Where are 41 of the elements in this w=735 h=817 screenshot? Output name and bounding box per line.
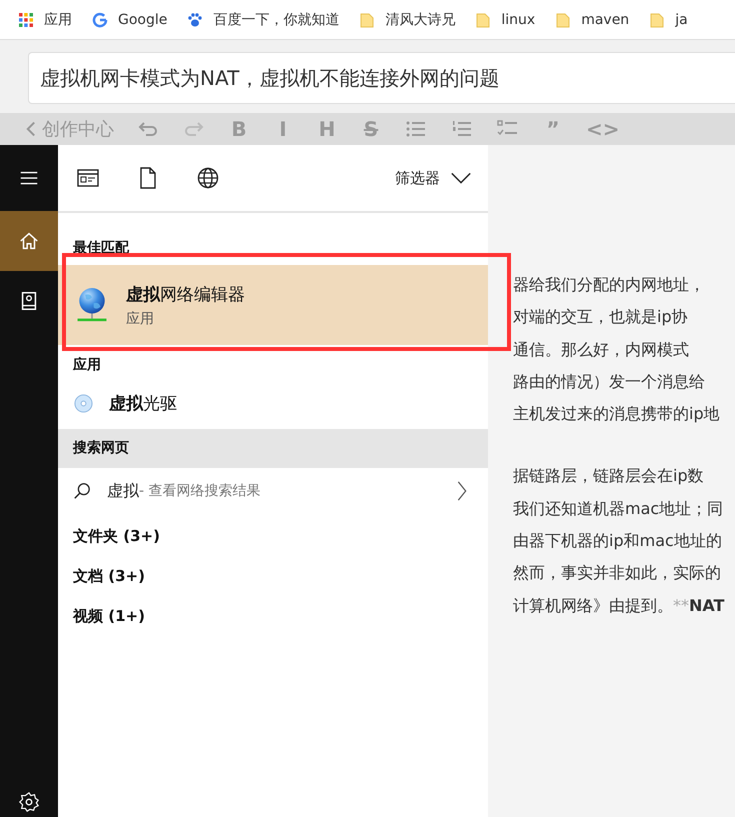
article-text: 我们还知道机器mac地址；同 [513,498,724,518]
article-text: 计算机网络》由提到。**NAT [513,596,724,615]
folder-icon [475,12,492,28]
chevron-right-icon [456,480,468,502]
article-text: 路由的情况）发一个消息给 [513,372,705,391]
best-match-result[interactable]: 虚拟网络编辑器 应用 [58,265,488,345]
settings-icon[interactable] [18,791,40,813]
paw-icon [187,12,204,28]
article-text: 主机发过来的消息携带的ip地 [513,404,720,424]
bookmark[interactable]: 百度一下，你就知道 [187,10,340,28]
article-text: 由器下机器的ip和mac地址的 [513,531,722,550]
bookmark[interactable]: Google [92,12,168,28]
bookmark[interactable]: ja [649,12,688,28]
category-link[interactable]: 视频 (1+) [58,594,488,634]
article-text: 对端的交互，也就是ip协 [513,307,688,326]
section-heading: 应用 [72,356,102,375]
web-search-result[interactable]: 虚拟- 查看网络搜索结果 [58,468,488,514]
category-link[interactable]: 文档 (3+) [58,554,488,594]
folder-icon [555,12,572,28]
disc-icon [74,394,93,412]
article-text: 据链路层，链路层会在ip数 [513,466,704,486]
folder-icon [359,12,376,28]
bookmark[interactable]: 应用 [18,10,72,28]
folder-icon [649,12,666,28]
category-link[interactable]: 文件夹 (3+) [58,514,488,554]
bookmark[interactable]: maven [555,12,630,28]
title-field[interactable]: 虚拟机网卡模式为NAT，虚拟机不能连接外网的问题 [28,52,735,104]
home-icon [18,230,40,252]
article-text: 然而，事实并非如此，实际的 [513,563,721,582]
app-result[interactable]: 虚拟光驱 [58,381,488,425]
globe-icon[interactable] [196,166,220,190]
g-logo-icon [92,12,108,28]
bookmark[interactable]: linux [475,12,536,28]
article-text: 器给我们分配的内网地址， [513,275,705,294]
section-heading: 搜索网页 [58,429,488,468]
chevron-left-icon [26,121,36,137]
filter-dropdown[interactable]: 筛选器 [395,167,472,189]
search-icon [73,482,91,500]
bookmark[interactable]: 清风大诗兄 [359,10,456,28]
article-text: 通信。那么好，内网模式 [513,340,689,359]
apps-grid-icon [18,12,34,28]
